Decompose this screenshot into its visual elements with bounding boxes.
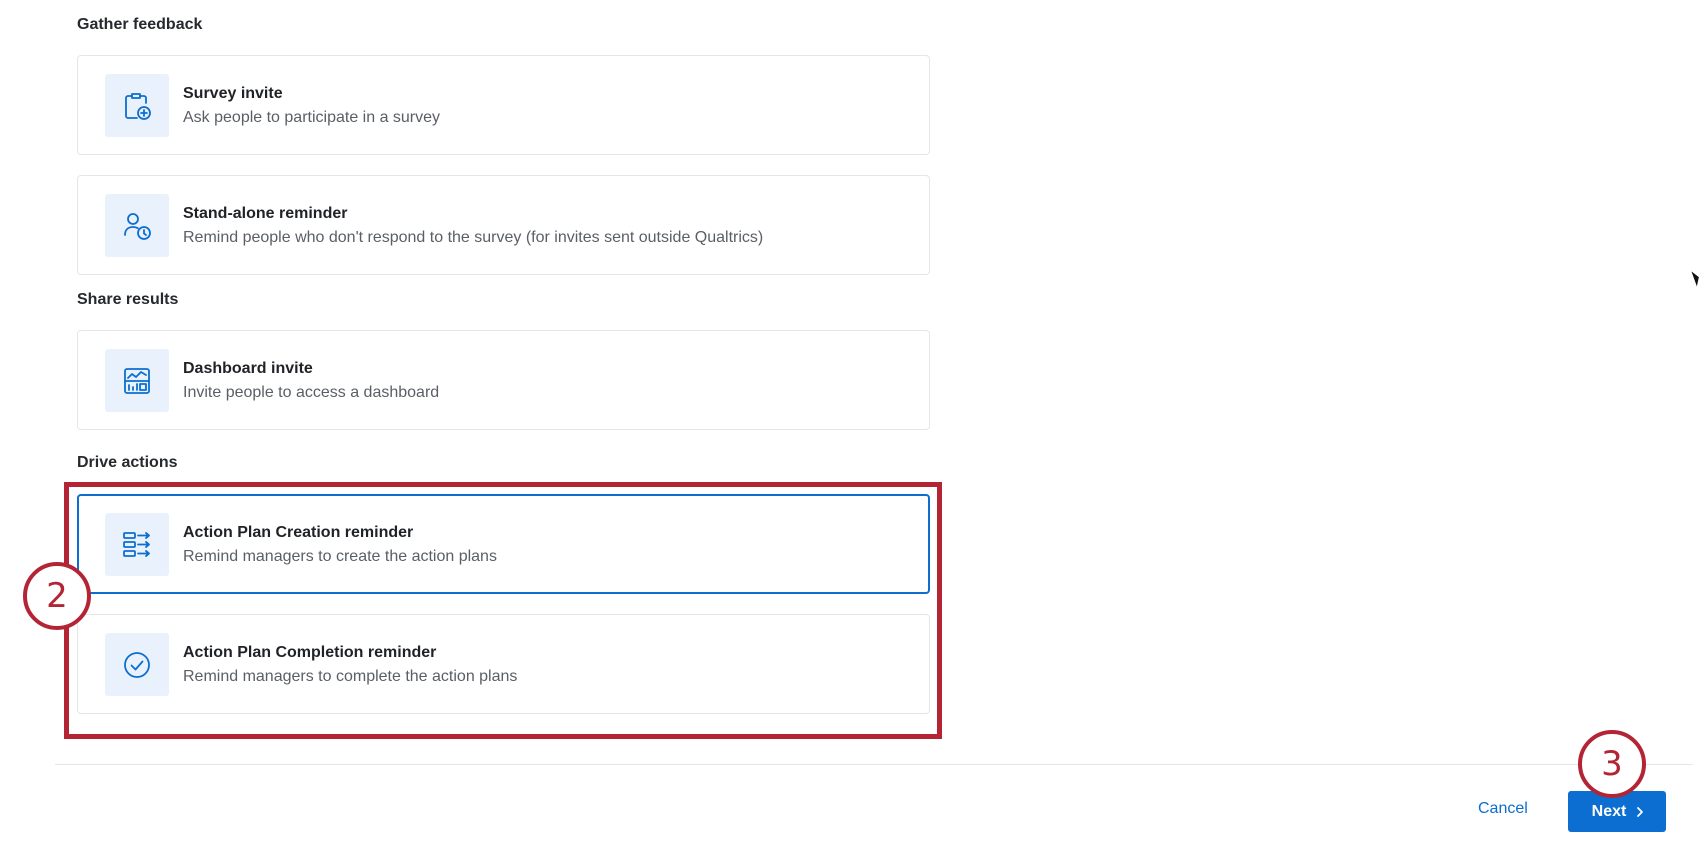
section-heading-drive-actions: Drive actions bbox=[77, 454, 178, 471]
option-title: Dashboard invite bbox=[183, 360, 313, 377]
annotation-step-2: 2 bbox=[23, 562, 91, 630]
annotation-step-3: 3 bbox=[1578, 730, 1646, 798]
option-standalone-reminder[interactable]: Stand-alone reminder Remind people who d… bbox=[77, 175, 930, 275]
cancel-button[interactable]: Cancel bbox=[1478, 800, 1528, 818]
option-title: Survey invite bbox=[183, 85, 283, 102]
option-description: Ask people to participate in a survey bbox=[183, 109, 441, 126]
option-dashboard-invite[interactable]: Dashboard invite Invite people to access… bbox=[77, 330, 930, 430]
footer-divider bbox=[55, 764, 1693, 765]
mouse-cursor-icon bbox=[1691, 269, 1700, 287]
dashboard-icon bbox=[105, 349, 169, 412]
option-title: Stand-alone reminder bbox=[183, 205, 348, 222]
option-survey-invite[interactable]: Survey invite Ask people to participate … bbox=[77, 55, 930, 155]
annotation-highlight-box bbox=[64, 482, 942, 739]
chevron-right-icon bbox=[1637, 806, 1644, 817]
option-description: Invite people to access a dashboard bbox=[183, 384, 440, 401]
person-clock-icon bbox=[105, 194, 169, 257]
next-button-label: Next bbox=[1591, 802, 1627, 820]
option-description: Remind people who don't respond to the s… bbox=[183, 229, 764, 246]
section-heading-share-results: Share results bbox=[77, 291, 179, 308]
section-heading-gather-feedback: Gather feedback bbox=[77, 16, 203, 33]
clipboard-plus-icon bbox=[105, 74, 169, 137]
